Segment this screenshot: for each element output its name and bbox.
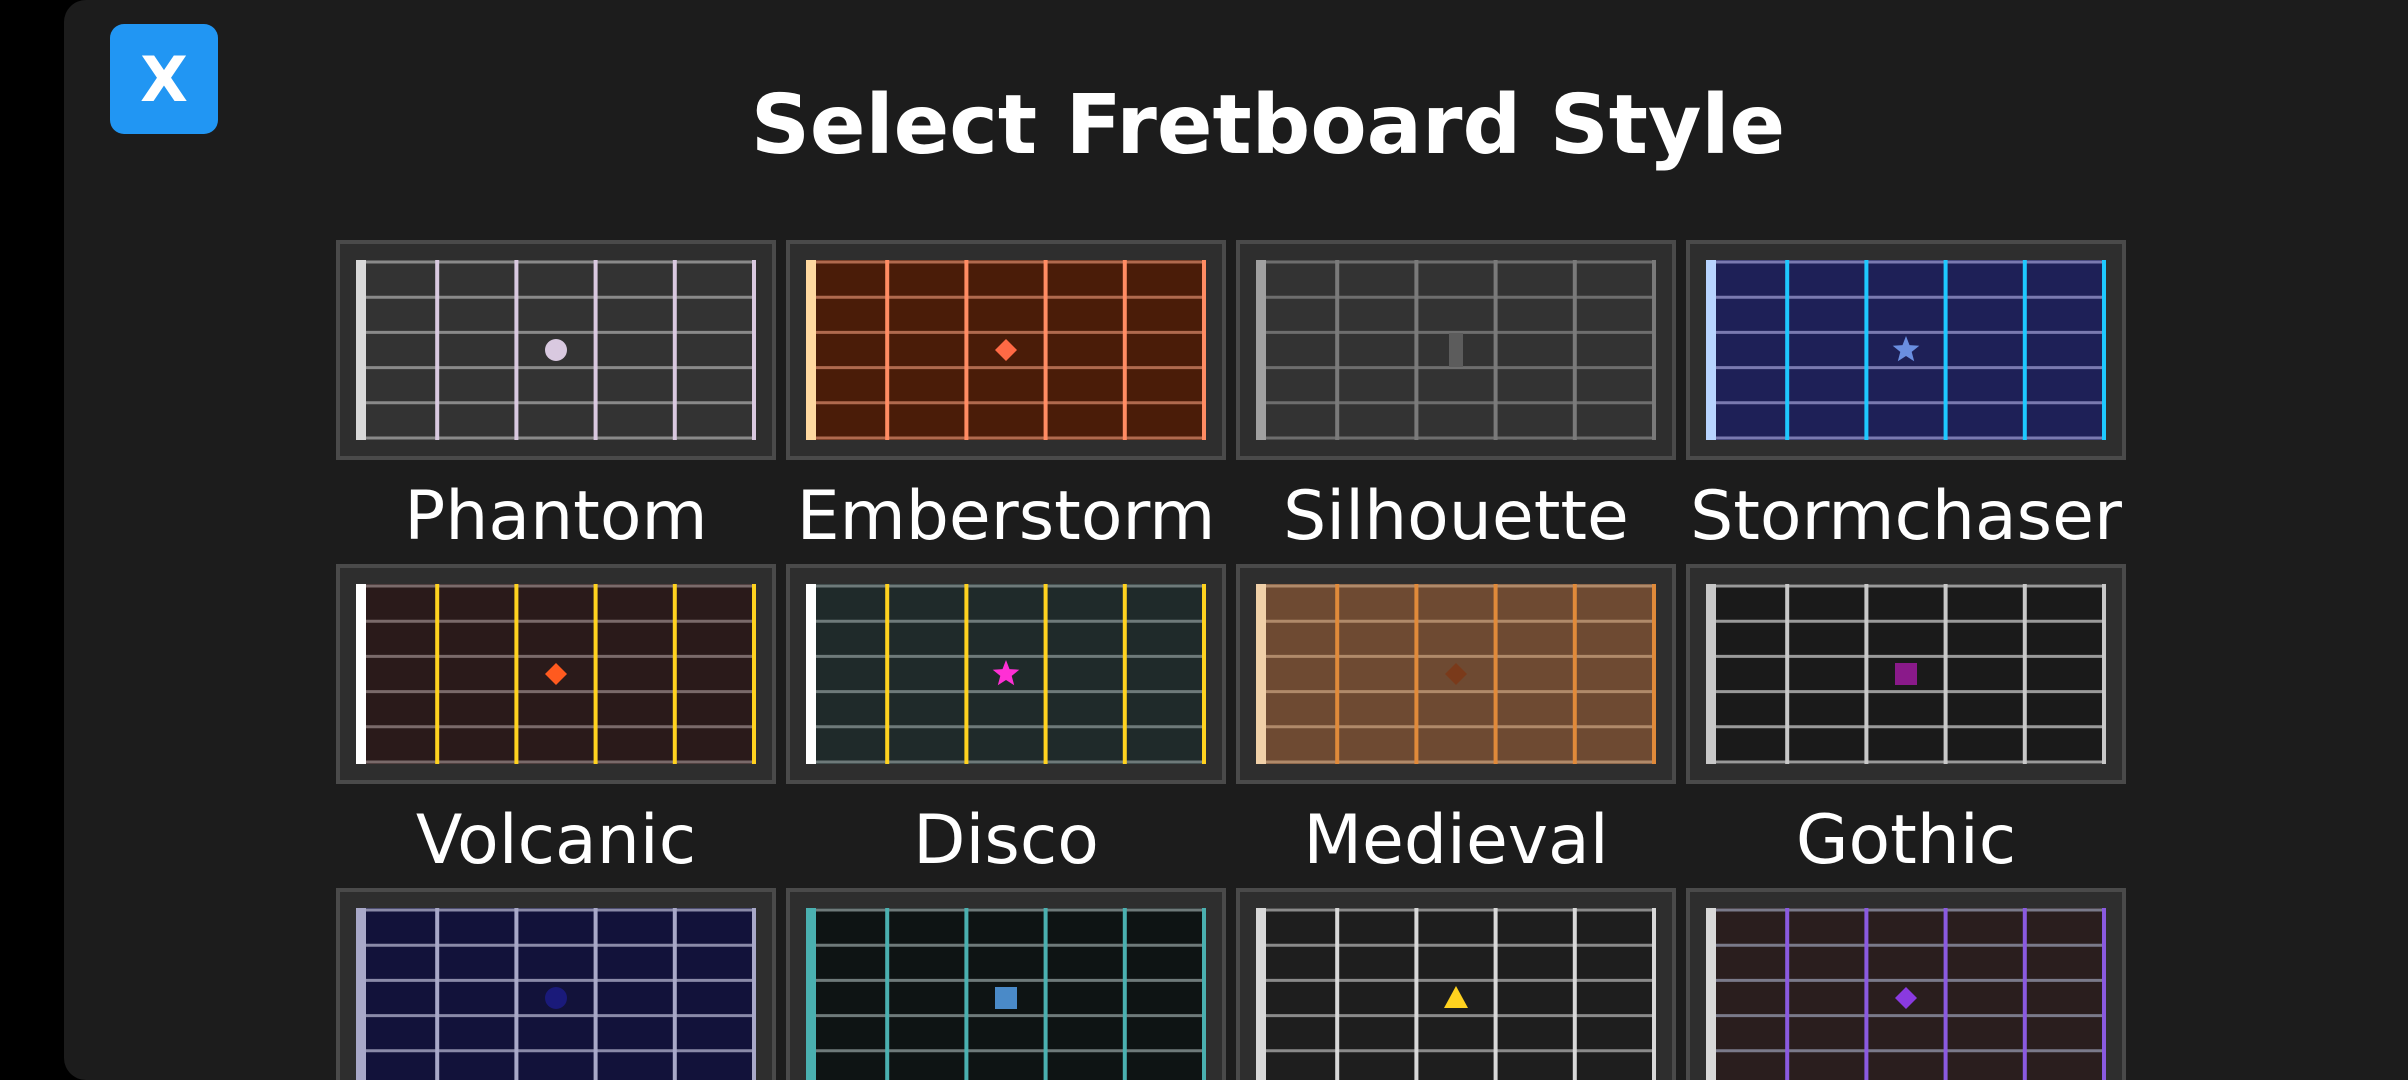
circle-marker-icon: [545, 987, 567, 1009]
fretboard-preview: [356, 908, 756, 1080]
style-name-label: Disco: [913, 801, 1099, 880]
style-name-label: Medieval: [1303, 801, 1609, 880]
fretboard-preview: [1256, 260, 1656, 440]
fretboard-style-card[interactable]: [336, 888, 776, 1080]
style-grid: Phantom Emberstorm Silhouette Stormchaser Vo…: [336, 0, 2344, 1080]
fretboard-preview: [1706, 908, 2106, 1080]
style-selector-panel: X Select Fretboard Style Phantom Embersto…: [64, 0, 2408, 1080]
nut: [356, 584, 366, 764]
fretboard-preview: [1706, 260, 2106, 440]
nut: [1706, 260, 1716, 440]
fretboard-style-card[interactable]: [336, 564, 776, 784]
style-name-label: Phantom: [404, 477, 708, 556]
fretboard-style-card[interactable]: [786, 564, 1226, 784]
style-name-label: Silhouette: [1283, 477, 1629, 556]
style-name-label: Gothic: [1795, 801, 2017, 880]
fretboard-preview: [806, 908, 1206, 1080]
fretboard-style-card[interactable]: [1236, 888, 1676, 1080]
square-marker-icon: [1895, 663, 1917, 685]
fretboard-style-card[interactable]: [1686, 240, 2126, 460]
nut: [1256, 584, 1266, 764]
nut: [1256, 260, 1266, 440]
nut: [806, 908, 816, 1080]
nut: [1256, 908, 1266, 1080]
fretboard-preview: [1256, 908, 1656, 1080]
circle-marker-icon: [545, 339, 567, 361]
style-name-label: Volcanic: [415, 801, 697, 880]
fretboard-style-card[interactable]: [1236, 564, 1676, 784]
fretboard-preview: [1256, 584, 1656, 764]
fretboard-preview: [1706, 584, 2106, 764]
fretboard-style-card[interactable]: [786, 888, 1226, 1080]
fretboard-style-card[interactable]: [1686, 888, 2126, 1080]
square-marker-icon: [995, 987, 1017, 1009]
fretboard-preview: [806, 260, 1206, 440]
nut: [356, 260, 366, 440]
nut: [806, 260, 816, 440]
style-name-label: Emberstorm: [796, 477, 1216, 556]
bar-marker-icon: [1449, 333, 1463, 367]
fretboard-style-card[interactable]: [336, 240, 776, 460]
nut: [1706, 908, 1716, 1080]
fretboard-preview: [356, 584, 756, 764]
fretboard-style-card[interactable]: [1686, 564, 2126, 784]
style-name-label: Stormchaser: [1690, 477, 2122, 556]
nut: [806, 584, 816, 764]
nut: [1706, 584, 1716, 764]
fretboard-style-card[interactable]: [786, 240, 1226, 460]
fretboard-preview: [356, 260, 756, 440]
fretboard-preview: [806, 584, 1206, 764]
nut: [356, 908, 366, 1080]
fretboard-style-card[interactable]: [1236, 240, 1676, 460]
